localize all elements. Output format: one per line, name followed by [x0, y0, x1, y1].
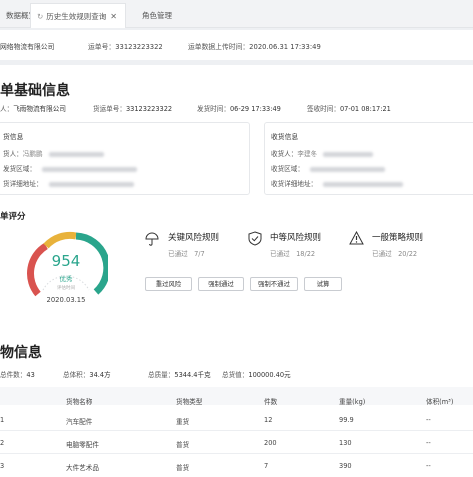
sender-card-title: 货信息: [3, 133, 24, 141]
tab-label: 角色管理: [142, 11, 172, 20]
cell-index: 1: [0, 416, 5, 424]
gauge-segment-mid: [43, 231, 77, 249]
col-goods-name: 货物名称: [66, 398, 93, 406]
stat-total-pieces: 总件数：43: [0, 371, 35, 379]
tab-history-rules[interactable]: ↻ 历史生效规则查询 ✕: [30, 3, 126, 28]
ship-time-field: 发货时间：06-29 17:33:49: [197, 105, 281, 113]
goods-title: 物信息: [0, 345, 42, 361]
rule-status: 已通过 18/22: [270, 250, 316, 258]
umbrella-icon: [145, 232, 159, 246]
cell-name: 汽车配件: [66, 418, 93, 426]
sender-region: 发货区域：: [3, 163, 137, 173]
cell-name: 大件艺术品: [66, 464, 99, 472]
cell-type: 普货: [176, 441, 190, 449]
force-pass-button[interactable]: 强制通过: [198, 277, 244, 291]
receiver-card-title: 收货信息: [271, 133, 299, 141]
sender-info-card: 货信息 货人：冯鹏鹏 发货区域： 货详细地址：: [0, 122, 250, 195]
receiver-address: 收货详细地址：: [271, 178, 404, 188]
rule-status: 已通过 7/7: [168, 250, 205, 258]
cell-weight: 390: [339, 462, 352, 470]
cell-type: 重货: [176, 418, 190, 426]
tab-label: 历史生效规则查询: [46, 12, 107, 21]
stat-total-volume: 总体积：34.4方: [63, 371, 111, 379]
upload-time: 运单数据上传时间：2020.06.31 17:33:49: [188, 43, 321, 51]
rule-name: 中等风险规则: [270, 233, 322, 243]
cell-pieces: 12: [264, 416, 273, 424]
warning-icon: [349, 231, 364, 245]
receiver-person: 收货人：李建冬: [271, 148, 374, 158]
carrier-field: 人：飞雨物流有限公司: [0, 105, 66, 113]
cell-volume: --: [426, 462, 431, 470]
rating-title: 单评分: [0, 212, 26, 222]
cell-volume: --: [426, 416, 431, 424]
sender-address: 货详细地址：: [3, 178, 134, 188]
score-label: 优秀: [59, 275, 73, 283]
cell-volume: --: [426, 439, 431, 447]
cell-name: 电脑零配件: [66, 441, 99, 449]
stat-total-weight: 总质量：5344.4千克: [148, 371, 211, 379]
sign-time-field: 签收时间：07-01 08:17:21: [307, 105, 391, 113]
score-caption: 评估时间: [57, 286, 75, 291]
cell-weight: 99.9: [339, 416, 354, 424]
row-divider: [0, 453, 473, 454]
cell-index: 3: [0, 462, 5, 470]
rule-status: 已通过 20/22: [372, 250, 418, 258]
cell-index: 2: [0, 439, 5, 447]
force-fail-button[interactable]: 强制不通过: [250, 277, 298, 291]
score-value: 954: [51, 252, 81, 270]
refresh-icon: ↻: [37, 12, 44, 21]
col-goods-type: 货物类型: [176, 398, 203, 406]
rerun-risk-button[interactable]: 重过风险: [145, 277, 192, 291]
rule-name: 一般策略规则: [372, 233, 424, 243]
tab-bar: 数据概览 ↻ 历史生效规则查询 ✕ 角色管理: [0, 0, 473, 28]
cell-type: 普货: [176, 464, 190, 472]
cell-weight: 130: [339, 439, 352, 447]
col-pieces: 件数: [264, 398, 278, 406]
page-title: 单基础信息: [0, 83, 70, 99]
col-volume: 体积(m³): [426, 398, 454, 406]
shield-check-icon: [248, 231, 262, 246]
row-divider: [0, 430, 473, 431]
waybill-number: 运单号：33123223322: [88, 43, 163, 51]
score-date: 2020.03.15: [46, 296, 86, 304]
goods-no-field: 货运单号：33123223322: [93, 105, 173, 113]
sender-person: 货人：冯鹏鹏: [3, 148, 104, 158]
cell-pieces: 7: [264, 462, 269, 470]
receiver-info-card: 收货信息 收货人：李建冬 收货区域： 收货详细地址：: [264, 122, 473, 195]
tab-role-management[interactable]: 角色管理: [136, 3, 206, 28]
close-icon[interactable]: ✕: [110, 12, 117, 21]
rule-name: 关键风险规则: [168, 233, 220, 243]
col-weight: 重量(kg): [339, 398, 366, 406]
receiver-region: 收货区域：: [271, 163, 385, 173]
cell-pieces: 200: [264, 439, 277, 447]
stat-total-value: 总货值：100000.40元: [222, 371, 291, 379]
company-name: 网络物流有限公司: [0, 43, 55, 51]
trial-calc-button[interactable]: 试算: [304, 277, 342, 291]
